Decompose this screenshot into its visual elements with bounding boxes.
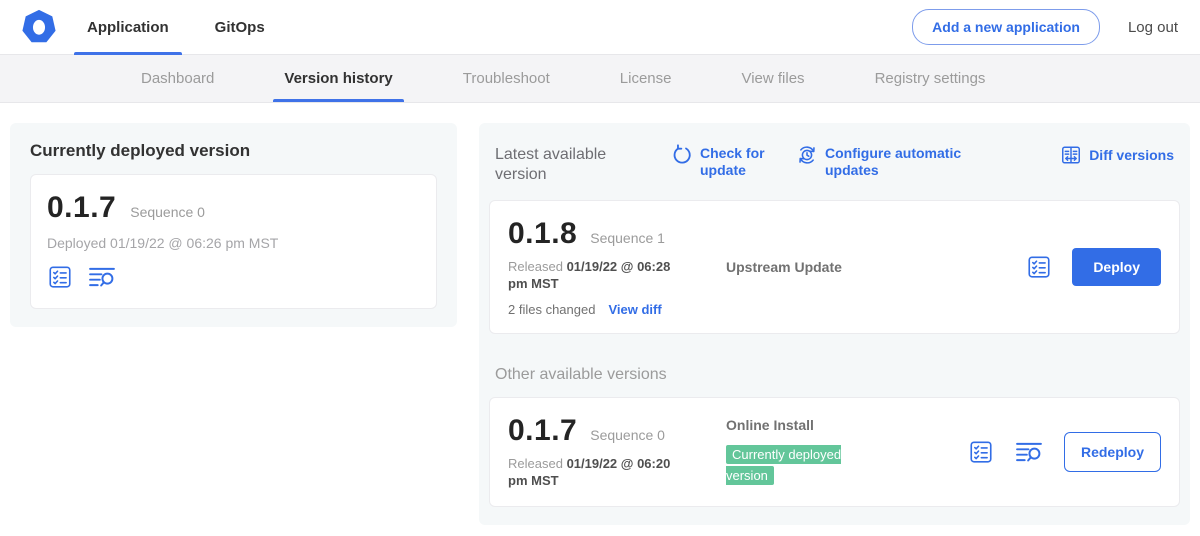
preflight-checklist-icon[interactable] [968, 439, 994, 465]
available-versions-header: Latest available version Check for updat… [489, 145, 1180, 186]
check-for-update-link[interactable]: Check for update [671, 145, 770, 178]
latest-version-card: 0.1.8 Sequence 1 Released 01/19/22 @ 06:… [489, 200, 1180, 334]
subnav-item-dashboard[interactable]: Dashboard [130, 55, 225, 102]
latest-source-label: Upstream Update [726, 259, 1026, 275]
subnav-view-files-label: View files [741, 70, 804, 87]
diff-versions-link[interactable]: Diff versions [1060, 145, 1174, 166]
check-for-update-label: Check for update [700, 145, 770, 178]
diff-icon [1060, 144, 1082, 166]
currently-deployed-badge: Currently deployed version [726, 445, 841, 485]
other-version-card: 0.1.7 Sequence 0 Released 01/19/22 @ 06:… [489, 397, 1180, 507]
subnav-item-registry-settings[interactable]: Registry settings [864, 55, 997, 102]
deployed-sequence-label: Sequence 0 [130, 204, 205, 220]
preflight-checklist-icon[interactable] [47, 264, 73, 290]
auto-update-clock-icon [796, 144, 818, 166]
deployed-version-number: 0.1.7 [47, 191, 116, 225]
main-content: Currently deployed version 0.1.7 Sequenc… [0, 103, 1200, 525]
configure-automatic-updates-label: Configure automatic updates [825, 145, 965, 178]
app-logo [20, 8, 58, 46]
subnav-version-history-label: Version history [284, 70, 392, 87]
latest-available-title: Latest available version [495, 145, 625, 186]
configure-automatic-updates-link[interactable]: Configure automatic updates [796, 145, 965, 178]
top-header: Application GitOps Add a new application… [0, 0, 1200, 55]
logout-button[interactable]: Log out [1128, 19, 1178, 36]
latest-released-timestamp: Released 01/19/22 @ 06:28 pm MST [508, 259, 688, 293]
view-diff-link[interactable]: View diff [608, 302, 661, 317]
deploy-button[interactable]: Deploy [1072, 248, 1161, 286]
subnav-item-version-history[interactable]: Version history [273, 55, 403, 102]
other-version-number: 0.1.7 [508, 414, 577, 448]
available-versions-panel: Latest available version Check for updat… [479, 123, 1190, 525]
tab-application-label: Application [87, 19, 169, 36]
add-new-application-button[interactable]: Add a new application [912, 9, 1100, 45]
subnav-item-license[interactable]: License [609, 55, 683, 102]
released-label: Released [508, 259, 563, 274]
subnav-registry-settings-label: Registry settings [875, 70, 986, 87]
subnav-dashboard-label: Dashboard [141, 70, 214, 87]
deployed-timestamp: Deployed 01/19/22 @ 06:26 pm MST [47, 235, 420, 251]
other-released-timestamp: Released 01/19/22 @ 06:20 pm MST [508, 456, 688, 490]
subnav-troubleshoot-label: Troubleshoot [463, 70, 550, 87]
tab-gitops-label: GitOps [215, 19, 265, 36]
subnav-license-label: License [620, 70, 672, 87]
released-label: Released [508, 456, 563, 471]
subnav-item-view-files[interactable]: View files [730, 55, 815, 102]
currently-deployed-panel: Currently deployed version 0.1.7 Sequenc… [10, 123, 457, 327]
other-sequence-label: Sequence 0 [590, 427, 665, 443]
tab-application[interactable]: Application [74, 0, 182, 55]
deploy-logs-icon[interactable] [87, 264, 117, 290]
app-subnav: Dashboard Version history Troubleshoot L… [0, 55, 1200, 103]
latest-sequence-label: Sequence 1 [590, 230, 665, 246]
deploy-logs-icon[interactable] [1014, 439, 1044, 465]
tab-gitops[interactable]: GitOps [202, 0, 278, 55]
currently-deployed-title: Currently deployed version [30, 141, 437, 161]
subnav-item-troubleshoot[interactable]: Troubleshoot [452, 55, 561, 102]
latest-version-number: 0.1.8 [508, 217, 577, 251]
diff-versions-label: Diff versions [1089, 147, 1174, 164]
deployed-version-card: 0.1.7 Sequence 0 Deployed 01/19/22 @ 06:… [30, 174, 437, 309]
other-available-versions-title: Other available versions [495, 366, 1174, 384]
top-tabs: Application GitOps [74, 0, 298, 55]
files-changed-label: 2 files changed [508, 302, 595, 317]
refresh-icon [671, 144, 693, 166]
redeploy-button[interactable]: Redeploy [1064, 432, 1161, 472]
other-source-label: Online Install [726, 417, 968, 433]
preflight-checklist-icon[interactable] [1026, 254, 1052, 280]
